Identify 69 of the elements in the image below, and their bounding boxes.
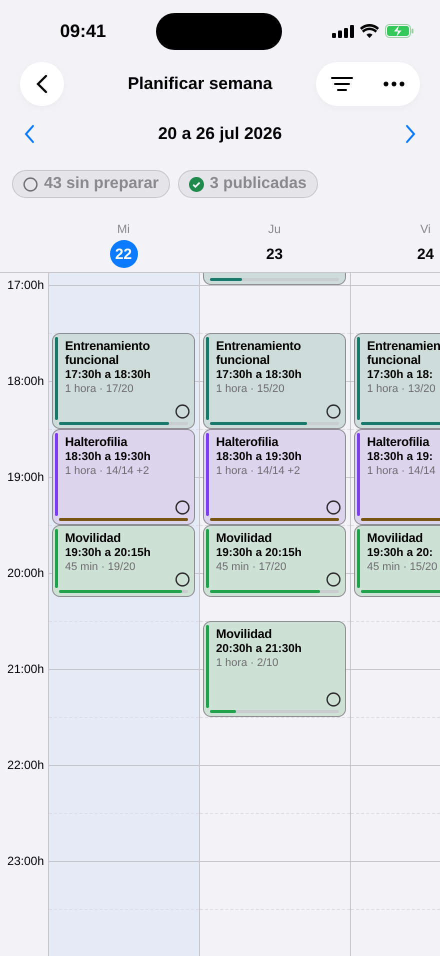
hour-label: 23:00h [7,854,44,868]
event-details: 45 min · 17/20 [216,561,288,573]
chip-label: 43 sin preparar [44,175,159,193]
event-title: Entrenamiento funcional [65,339,151,367]
weekday-label: Ju [268,222,281,236]
event-time: 18:30h a 19: [367,451,434,463]
status-time: 09:41 [60,20,106,42]
event-details: 1 hora · 17/20 [65,383,134,395]
event-card[interactable]: Entrenamiento funcional 17:30h a 18:30h 1 hora · 15/20 [203,333,346,429]
event-details: 1 hora · 14/14 +2 [65,465,150,477]
hour-label: 18:00h [7,374,44,388]
event-time: 18:30h a 19:30h [216,451,303,463]
hour-label: 17:00h [7,278,44,292]
event-card[interactable]: Movilidad 19:30h a 20: 45 min · 15/20 [354,525,440,597]
empty-circle-icon [23,176,38,192]
day-number[interactable]: 23 [260,240,288,268]
event-card[interactable]: Movilidad 19:30h a 20:15h 45 min · 19/20 [52,525,195,597]
event-title: Halterofilia [367,435,430,449]
battery-charging-icon [384,24,414,38]
day-number[interactable]: 22 [110,240,138,268]
event-time: 17:30h a 18:30h [65,369,152,381]
check-circle-icon [188,176,204,192]
event-details: 45 min · 19/20 [65,561,136,573]
wifi-icon [360,24,379,38]
chevron-right-icon [404,125,416,143]
event-details: 1 hora · 14/14 [367,465,436,477]
event-title: Halterofilia [216,435,280,449]
event-time: 17:30h a 18: [367,369,434,381]
event-details: 1 hora · 15/20 [216,383,286,395]
chevron-left-icon [24,125,35,143]
back-chevron-icon [36,74,48,94]
event-details: 1 hora · 14/14 +2 [216,465,302,477]
event-card[interactable]: Movilidad 20:30h a 21:30h 1 hora · 2/10 [203,621,346,717]
event-time: 19:30h a 20:15h [216,547,303,559]
event-details: 45 min · 15/20 [367,561,438,573]
event-title: Movilidad [216,531,273,545]
event-details: 1 hora · 2/10 [216,657,280,669]
more-icon [382,81,405,87]
event-title: Entrenamiento funcional [216,339,302,367]
event-title: Movilidad [367,531,424,545]
event-title: Movilidad [65,531,122,545]
event-details: 1 hora · 13/20 [367,383,436,395]
event-card[interactable]: Halterofilia 18:30h a 19:30h 1 hora · 14/14 +2 [52,429,195,525]
filter-lines-icon [330,76,353,92]
back-button[interactable] [20,62,64,106]
screen-title: Planificar semana [128,74,272,94]
event-time: 19:30h a 20: [367,547,434,559]
day-number[interactable]: 24 [412,240,440,268]
event-card[interactable]: Movilidad 19:30h a 20:15h 45 min · 17/20 [203,525,346,597]
event-time: 19:30h a 20:15h [65,547,152,559]
event-time: 20:30h a 21:30h [216,643,303,655]
event-card[interactable]: Entrenamiento funcional 17:30h a 18:30h 1 hora · 17/20 [52,333,195,429]
event-time: 18:30h a 19:30h [65,451,152,463]
hour-label: 21:00h [7,662,44,676]
event-card[interactable]: Halterofilia 18:30h a 19: 1 hora · 14/14 [354,429,440,525]
event-time: 17:30h a 18:30h [216,369,303,381]
week-range: 20 a 26 jul 2026 [158,124,282,144]
hour-label: 22:00h [7,758,44,772]
signal-icon [332,24,354,38]
weekday-label: Vi [420,222,431,236]
chip-label: 3 publicadas [210,175,307,193]
weekday-label: Mi [117,222,130,236]
event-card[interactable]: Halterofilia 18:30h a 19:30h 1 hora · 14/14 +2 [203,429,346,525]
event-title: Halterofilia [65,435,128,449]
hour-label: 20:00h [7,566,44,580]
hour-label: 19:00h [7,470,44,484]
event-card[interactable]: Entrenamien funcional 17:30h a 18: 1 hora · 13/20 [354,333,440,429]
event-title: Movilidad [216,627,273,641]
event-title: Entrenamien funcional [367,339,440,367]
